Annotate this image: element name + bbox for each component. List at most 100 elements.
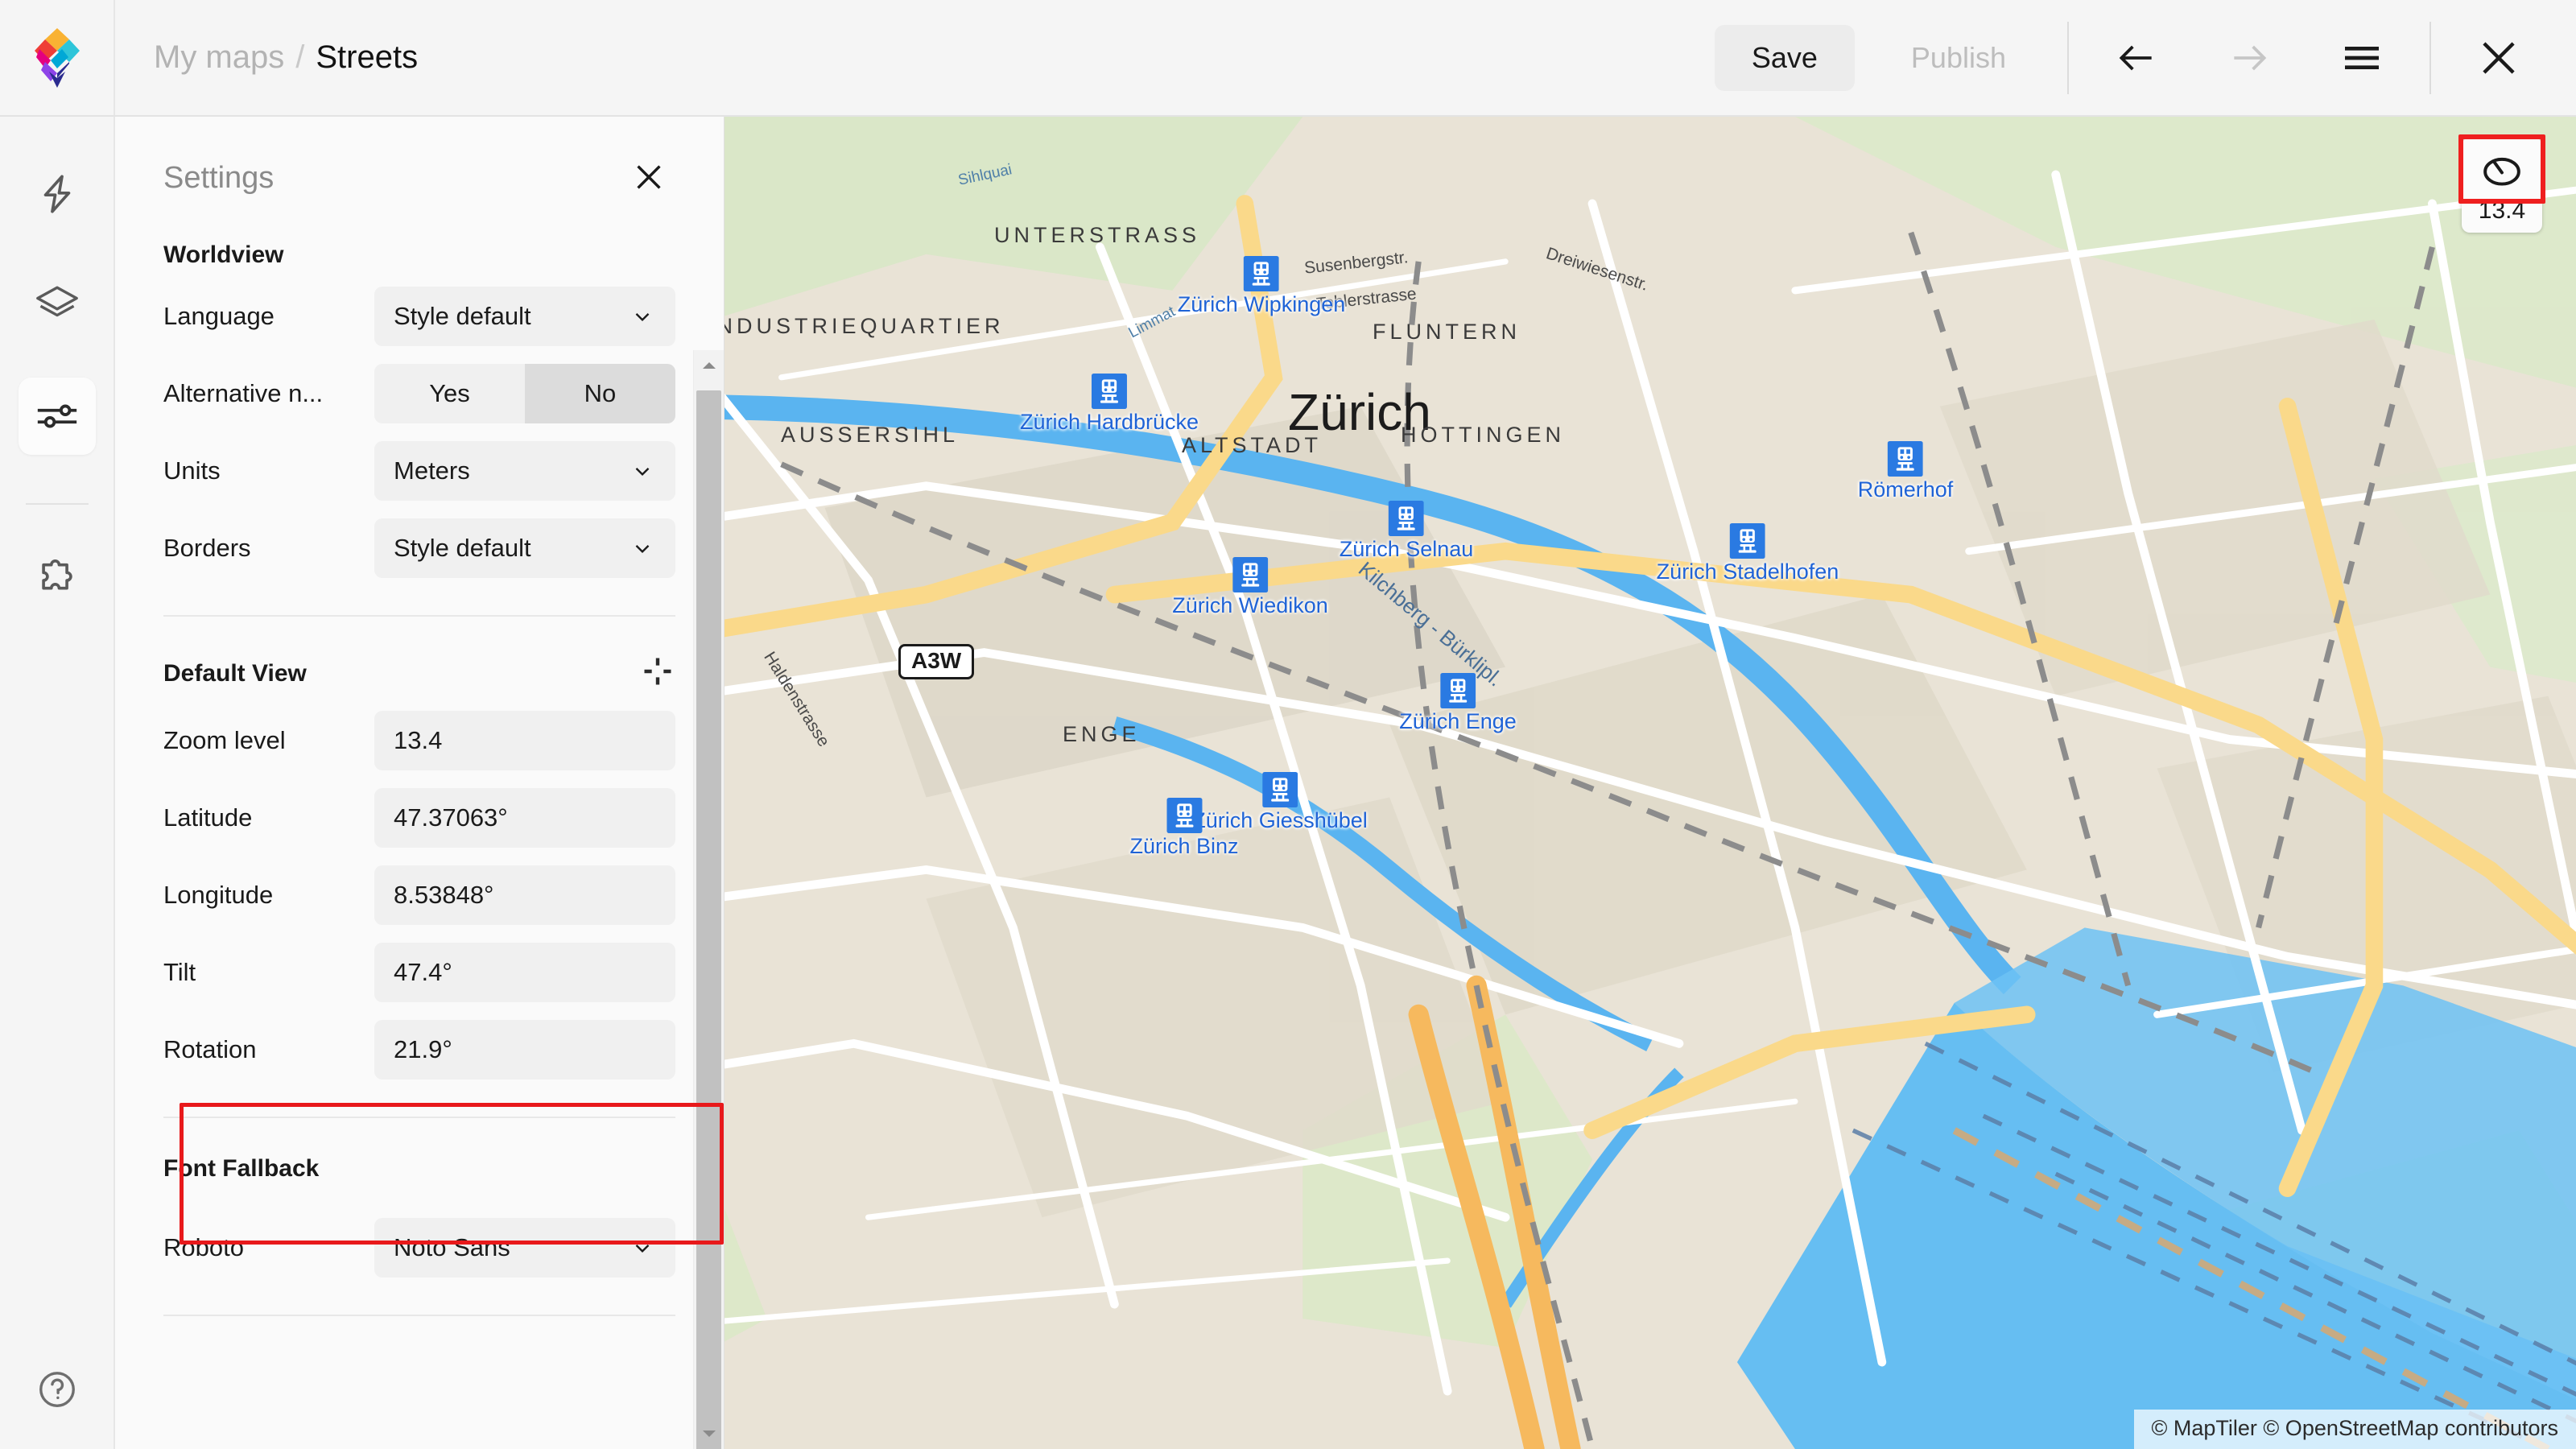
app-header: My maps / Streets Save Publish — [0, 0, 2576, 117]
maptiler-editor: My maps / Streets Save Publish — [0, 0, 2576, 1449]
breadcrumb-parent[interactable]: My maps — [154, 39, 284, 76]
compass-zoom-value: 13.4 — [2479, 197, 2525, 225]
rail-item-plugins[interactable] — [19, 542, 96, 619]
setting-row-zoom-level: Zoom level 13.4 — [163, 711, 675, 770]
setting-label: Longitude — [163, 881, 374, 910]
scrollbar-down-button[interactable] — [694, 1418, 724, 1449]
settings-panel-header: Settings — [115, 117, 724, 203]
chevron-down-icon — [630, 536, 654, 560]
close-icon — [630, 159, 667, 196]
crosshair-icon — [640, 654, 675, 689]
triangle-up-icon — [700, 360, 718, 371]
left-rail — [0, 117, 115, 1449]
header-divider-1 — [2067, 22, 2069, 94]
scrollbar-up-button[interactable] — [694, 350, 724, 381]
forward-button — [2211, 19, 2288, 97]
setting-row-latitude: Latitude 47.37063° — [163, 788, 675, 848]
alternative-names-toggle: Yes No — [374, 364, 675, 423]
help-button[interactable] — [35, 1368, 79, 1415]
latitude-input[interactable]: 47.37063° — [374, 788, 675, 848]
map-station[interactable]: Zürich Wiedikon — [1172, 557, 1328, 618]
setting-label: Latitude — [163, 803, 374, 832]
language-select[interactable]: Style default — [374, 287, 675, 346]
map-station-label: Zürich Wiedikon — [1172, 593, 1328, 618]
scrollbar-track[interactable] — [696, 381, 721, 1418]
triangle-down-icon — [700, 1428, 718, 1439]
borders-select[interactable]: Style default — [374, 518, 675, 578]
breadcrumb: My maps / Streets — [154, 39, 418, 76]
map-station[interactable]: Römerhof — [1858, 441, 1954, 502]
alternative-names-yes[interactable]: Yes — [374, 364, 525, 423]
rail-item-layers[interactable] — [19, 266, 96, 344]
setting-row-tilt: Tilt 47.4° — [163, 943, 675, 1002]
map-station-label: Zürich Selnau — [1340, 537, 1474, 562]
save-button[interactable]: Save — [1715, 25, 1855, 91]
menu-button[interactable] — [2323, 19, 2401, 97]
setting-label: Units — [163, 456, 374, 485]
units-select[interactable]: Meters — [374, 441, 675, 501]
map-station[interactable]: Zürich Wipkingen — [1178, 256, 1346, 317]
panel-close-button[interactable] — [625, 154, 672, 203]
close-icon — [2474, 33, 2524, 83]
language-select-value: Style default — [394, 302, 531, 331]
scrollbar-thumb[interactable] — [696, 390, 721, 1449]
layers-icon — [34, 282, 80, 328]
train-station-icon — [1092, 374, 1127, 409]
setting-row-borders: Borders Style default — [163, 518, 675, 578]
section-heading-worldview: Worldview — [163, 242, 675, 269]
settings-panel: Settings Worldview Language Style defaul… — [115, 117, 724, 1449]
map-district-label: HOTTINGEN — [1401, 423, 1565, 448]
section-heading-default-view: Default View — [163, 660, 307, 687]
map-station-label: Zürich Binz — [1129, 834, 1238, 859]
chevron-down-icon — [630, 1236, 654, 1260]
compass-widget[interactable]: 13.4 — [2462, 138, 2542, 233]
setting-label: Alternative n... — [163, 379, 374, 408]
roboto-fallback-select[interactable]: Noto Sans — [374, 1218, 675, 1278]
setting-row-units: Units Meters — [163, 441, 675, 501]
map-district-label: ENGE — [1063, 722, 1141, 747]
train-station-icon — [1440, 673, 1476, 708]
train-station-icon — [1730, 523, 1765, 559]
tilt-input[interactable]: 47.4° — [374, 943, 675, 1002]
map-station-label: Zürich Wipkingen — [1178, 292, 1346, 317]
map-station[interactable]: Zürich Enge — [1399, 673, 1517, 734]
map-station[interactable]: Zürich Stadelhofen — [1657, 523, 1839, 584]
map-station-label: Zürich Hardbrücke — [1020, 410, 1199, 435]
setting-row-alternative-names: Alternative n... Yes No — [163, 364, 675, 423]
panel-scrollbar[interactable] — [693, 350, 724, 1449]
logo-cell[interactable] — [0, 0, 115, 115]
back-button[interactable] — [2098, 19, 2175, 97]
setting-label: Tilt — [163, 958, 374, 987]
map-district-label: FLUNTERN — [1373, 320, 1521, 345]
map-station[interactable]: Zürich Binz — [1129, 798, 1238, 859]
zoom-level-input[interactable]: 13.4 — [374, 711, 675, 770]
map-station[interactable]: Zürich Hardbrücke — [1020, 374, 1199, 435]
train-station-icon — [1244, 256, 1279, 291]
map-station-label: Zürich Stadelhofen — [1657, 559, 1839, 584]
section-divider-1 — [163, 615, 675, 617]
map-station[interactable]: Zürich Selnau — [1340, 501, 1474, 562]
map-station-label: Römerhof — [1858, 477, 1954, 502]
train-station-icon — [1262, 772, 1298, 807]
hamburger-menu-icon — [2339, 35, 2384, 80]
alternative-names-no[interactable]: No — [525, 364, 675, 423]
longitude-input[interactable]: 8.53848° — [374, 865, 675, 925]
rotation-input[interactable]: 21.9° — [374, 1020, 675, 1080]
section-divider-3 — [163, 1315, 675, 1316]
close-window-button[interactable] — [2460, 19, 2537, 97]
map-canvas[interactable]: Zürich UNTERSTRASS INDUSTRIEQUARTIER AUS… — [724, 117, 2576, 1449]
borders-select-value: Style default — [394, 534, 531, 563]
map-district-label: AUSSERSIHL — [781, 423, 959, 448]
map-district-label: INDUSTRIEQUARTIER — [724, 314, 1005, 339]
rail-item-settings[interactable] — [19, 378, 96, 455]
train-station-icon — [1166, 798, 1202, 833]
rail-item-quick-actions[interactable] — [19, 155, 96, 233]
tilted-compass-icon — [2480, 149, 2524, 192]
chevron-down-icon — [630, 304, 654, 328]
breadcrumb-current: Streets — [316, 39, 418, 76]
set-current-view-button[interactable] — [640, 654, 675, 693]
map-station-label: Zürich Enge — [1399, 709, 1517, 734]
breadcrumb-separator: / — [295, 39, 304, 76]
help-circle-icon — [35, 1368, 79, 1411]
map-district-label: ALTSTADT — [1182, 433, 1322, 458]
